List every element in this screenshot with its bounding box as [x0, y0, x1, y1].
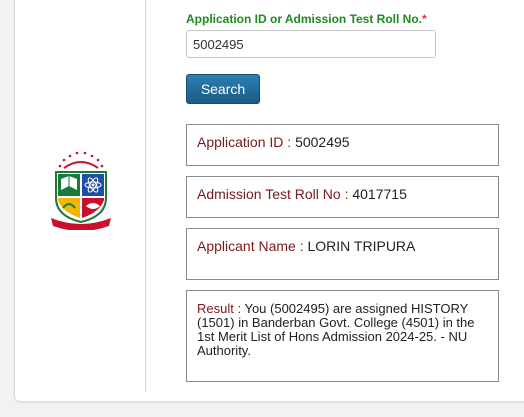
required-mark: *: [422, 12, 427, 26]
search-button[interactable]: Search: [186, 74, 260, 104]
result-box: Result : You (5002495) are assigned HIST…: [186, 290, 499, 382]
roll-no-label: Admission Test Roll No :: [197, 186, 349, 202]
application-id-value: 5002495: [295, 134, 350, 150]
roll-field-label: Application ID or Admission Test Roll No…: [186, 12, 427, 26]
result-label: Result :: [197, 301, 242, 316]
applicant-name-value: LORIN TRIPURA: [307, 238, 416, 254]
roll-field-label-text: Application ID or Admission Test Roll No…: [186, 12, 423, 26]
roll-input[interactable]: [186, 30, 436, 58]
applicant-name-box: Applicant Name : LORIN TRIPURA: [186, 228, 499, 280]
application-id-box: Application ID : 5002495: [186, 124, 499, 166]
roll-no-value: 4017715: [352, 186, 407, 202]
applicant-name-label: Applicant Name :: [197, 238, 304, 254]
column-divider: [145, 0, 146, 392]
application-id-label: Application ID :: [197, 134, 292, 150]
roll-no-box: Admission Test Roll No : 4017715: [186, 176, 499, 218]
nu-logo-icon: [51, 151, 111, 230]
